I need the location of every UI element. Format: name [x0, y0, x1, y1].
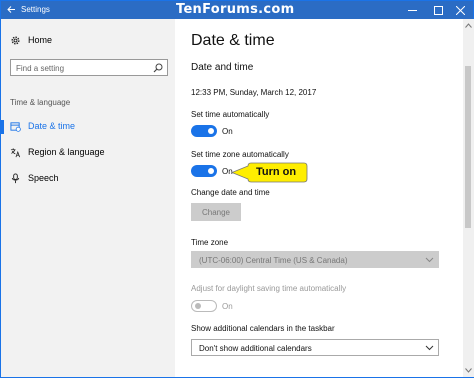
close-icon	[455, 5, 465, 15]
calendars-label: Show additional calendars in the taskbar	[191, 324, 335, 333]
sidebar-item-speech[interactable]: Speech	[1, 167, 175, 191]
minimize-icon	[407, 9, 417, 11]
toggle-knob	[208, 168, 214, 174]
page-title: Date & time	[191, 32, 275, 49]
close-button[interactable]	[447, 1, 473, 19]
sidebar-item-date-time[interactable]: Date & time	[1, 115, 175, 139]
scroll-thumb[interactable]	[465, 66, 471, 228]
change-button[interactable]: Change	[191, 203, 241, 221]
region-language-icon	[10, 148, 21, 158]
maximize-icon	[433, 5, 443, 15]
sidebar-item-region-language[interactable]: Region & language	[1, 141, 175, 165]
set-time-auto-state: On	[222, 127, 233, 136]
time-zone-value: (UTC-06:00) Central Time (US & Canada)	[199, 256, 348, 265]
active-indicator	[1, 120, 4, 134]
microphone-icon	[11, 173, 20, 184]
callout: Turn on	[230, 162, 308, 183]
search-input[interactable]	[16, 62, 146, 74]
sidebar-item-label: Region & language	[28, 147, 105, 157]
chevron-down-icon	[425, 345, 434, 351]
back-arrow-icon[interactable]	[6, 4, 17, 15]
settings-window: Settings TenForums.com Home Time &	[0, 0, 474, 378]
scroll-up-icon[interactable]	[465, 23, 472, 28]
sidebar-item-label: Speech	[28, 173, 59, 183]
toggle-knob	[208, 128, 214, 134]
chevron-down-icon	[425, 257, 434, 263]
current-datetime: 12:33 PM, Sunday, March 12, 2017	[191, 88, 317, 97]
set-time-auto-label: Set time automatically	[191, 110, 270, 119]
search-icon[interactable]	[153, 63, 163, 73]
gear-icon	[11, 36, 20, 45]
dst-label: Adjust for daylight saving time automati…	[191, 284, 347, 293]
sidebar-item-home[interactable]: Home	[1, 29, 175, 53]
main-content: Date & time Date and time 12:33 PM, Sund…	[175, 19, 463, 377]
watermark: TenForums.com	[176, 2, 295, 17]
sidebar: Home Time & language Date & time	[1, 19, 175, 377]
calendars-dropdown[interactable]: Don't show additional calendars	[191, 339, 439, 356]
callout-text: Turn on	[256, 166, 297, 178]
set-timezone-auto-toggle[interactable]	[191, 165, 217, 177]
dst-toggle[interactable]	[191, 300, 217, 312]
time-zone-dropdown[interactable]: (UTC-06:00) Central Time (US & Canada)	[191, 251, 439, 268]
toggle-knob	[195, 303, 201, 309]
date-time-icon	[10, 122, 21, 132]
title-bar[interactable]: Settings TenForums.com	[1, 1, 473, 19]
sidebar-home-label: Home	[28, 35, 53, 45]
scrollbar[interactable]	[463, 19, 474, 377]
scroll-down-icon[interactable]	[465, 368, 472, 373]
change-date-time-label: Change date and time	[191, 188, 270, 197]
sidebar-section-label: Time & language	[10, 98, 71, 107]
section-heading: Date and time	[191, 62, 254, 73]
set-time-auto-toggle[interactable]	[191, 125, 217, 137]
search-box[interactable]	[10, 59, 168, 76]
calendars-value: Don't show additional calendars	[199, 344, 312, 353]
window-title: Settings	[21, 5, 50, 14]
set-timezone-auto-label: Set time zone automatically	[191, 150, 289, 159]
time-zone-label: Time zone	[191, 238, 229, 247]
minimize-button[interactable]	[399, 1, 425, 19]
dst-state: On	[222, 302, 233, 311]
sidebar-item-label: Date & time	[28, 121, 76, 131]
